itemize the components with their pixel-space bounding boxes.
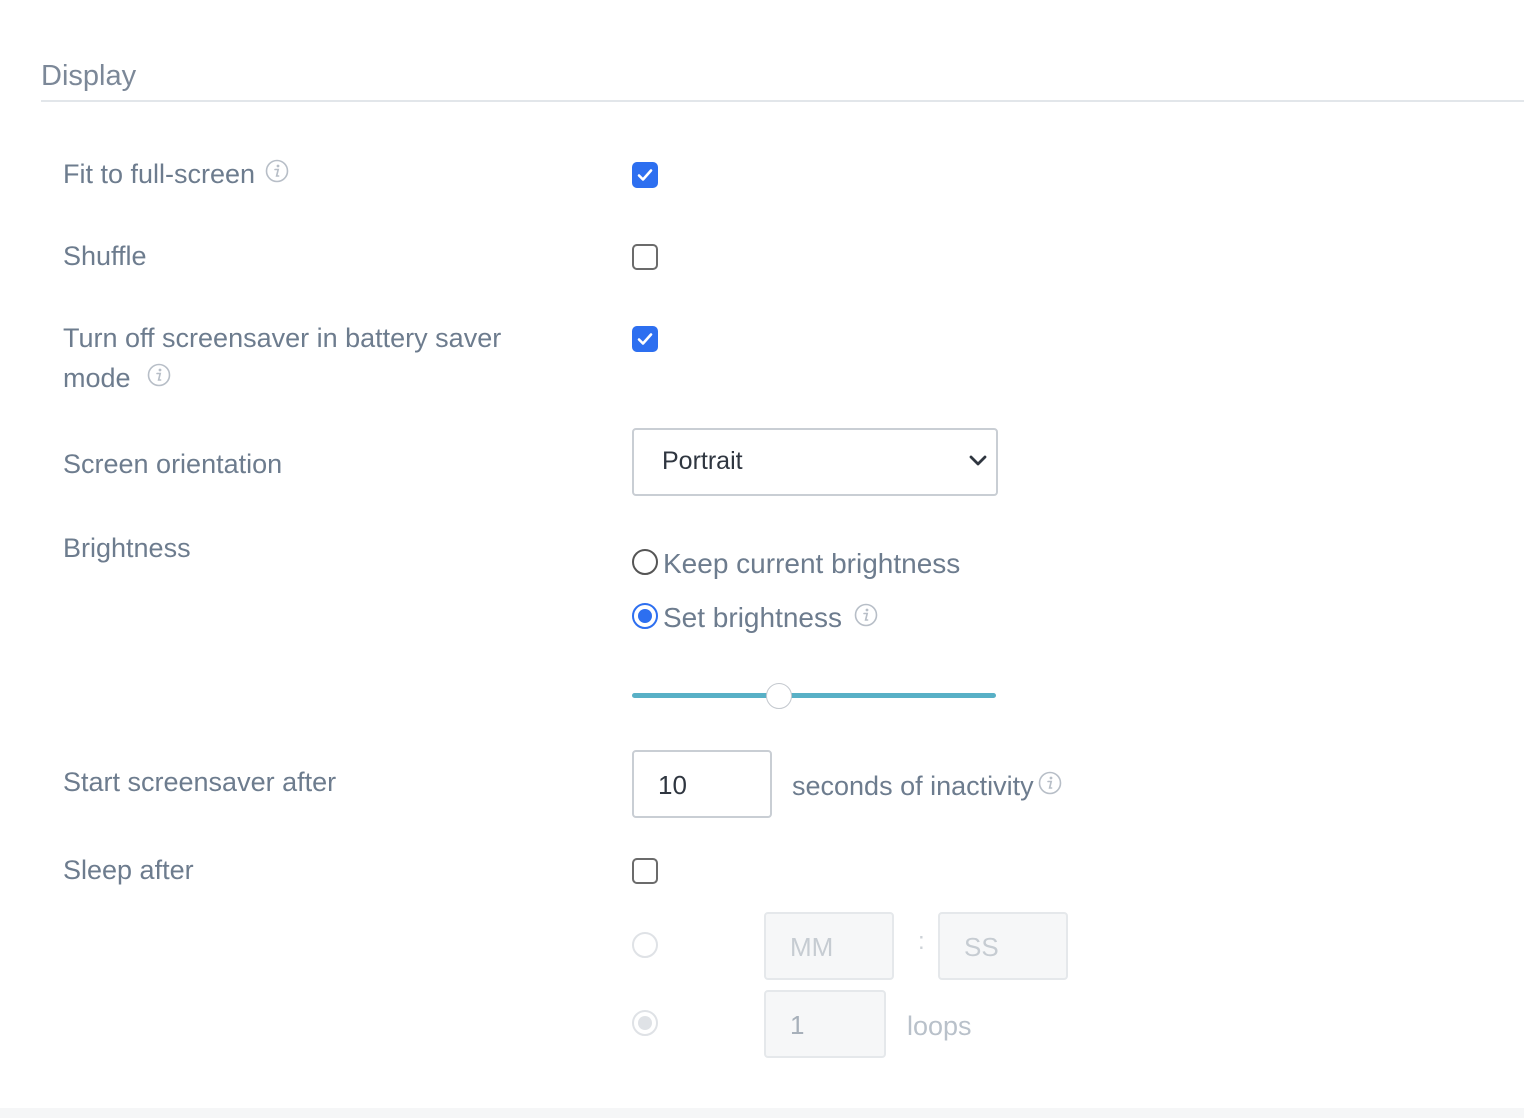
- sleep-loops-suffix: loops: [907, 1011, 972, 1041]
- brightness-slider-thumb[interactable]: [766, 683, 792, 709]
- fit-fullscreen-label: Fit to full-screen: [63, 154, 289, 194]
- sleep-after-label: Sleep after: [63, 855, 194, 885]
- shuffle-checkbox[interactable]: [632, 244, 658, 270]
- fit-fullscreen-text: Fit to full-screen: [63, 159, 256, 189]
- screen-orientation-select[interactable]: Portrait: [632, 428, 998, 496]
- sleep-minutes-input[interactable]: MM: [764, 912, 894, 980]
- section-divider: [41, 100, 1524, 102]
- screensaver-delay-input[interactable]: 10: [632, 750, 772, 818]
- time-separator: :: [918, 928, 925, 955]
- battery-saver-label-line2: mode: [63, 358, 171, 398]
- panel-footer: [0, 1108, 1524, 1118]
- info-icon[interactable]: [147, 358, 171, 398]
- set-brightness-label-row: Set brightness: [663, 598, 878, 638]
- screensaver-delay-suffix: seconds of inactivity: [792, 771, 1034, 801]
- brightness-slider-track[interactable]: [632, 693, 996, 698]
- chevron-down-icon: [968, 454, 988, 473]
- sleep-seconds-input[interactable]: SS: [938, 912, 1068, 980]
- keep-brightness-radio[interactable]: [632, 549, 658, 575]
- display-settings-panel: Display Fit to full-screen Shuffle Turn …: [0, 0, 1524, 1118]
- battery-saver-label-text: mode: [63, 363, 131, 393]
- checkmark-icon: [637, 333, 653, 345]
- screen-orientation-label: Screen orientation: [63, 449, 283, 479]
- sleep-time-radio[interactable]: [632, 932, 658, 958]
- battery-saver-label-line1: Turn off screensaver in battery saver: [63, 323, 502, 353]
- set-brightness-radio[interactable]: [632, 603, 658, 629]
- info-icon[interactable]: [1038, 766, 1062, 806]
- battery-saver-checkbox[interactable]: [632, 326, 658, 352]
- keep-brightness-label: Keep current brightness: [663, 548, 961, 579]
- sleep-after-checkbox[interactable]: [632, 858, 658, 884]
- info-icon[interactable]: [265, 154, 289, 194]
- sleep-loops-input[interactable]: 1: [764, 990, 886, 1058]
- sleep-loops-radio[interactable]: [632, 1010, 658, 1036]
- checkmark-icon: [637, 169, 653, 181]
- screensaver-delay-label: Start screensaver after: [63, 767, 337, 797]
- set-brightness-label: Set brightness: [663, 602, 842, 633]
- screensaver-delay-value: 10: [658, 770, 687, 800]
- sleep-loops-value: 1: [790, 1010, 805, 1040]
- shuffle-label: Shuffle: [63, 241, 147, 271]
- sleep-seconds-placeholder: SS: [964, 932, 999, 962]
- info-icon[interactable]: [854, 598, 878, 638]
- screen-orientation-value: Portrait: [662, 447, 743, 475]
- screensaver-delay-suffix-row: seconds of inactivity: [792, 766, 1062, 806]
- brightness-label: Brightness: [63, 533, 191, 563]
- fit-fullscreen-checkbox[interactable]: [632, 162, 658, 188]
- section-title: Display: [41, 60, 137, 92]
- sleep-minutes-placeholder: MM: [790, 932, 834, 962]
